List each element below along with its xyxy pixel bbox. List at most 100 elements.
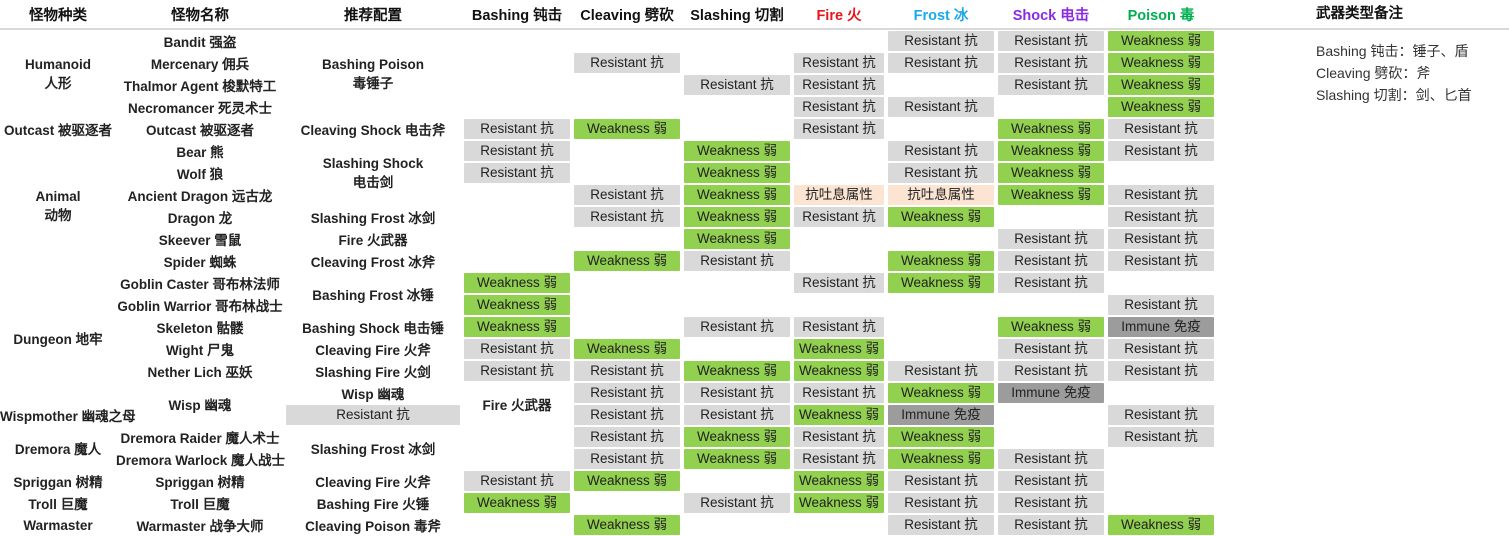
resist-value <box>574 229 680 249</box>
resist-value: Resistant 抗 <box>1108 339 1214 359</box>
monster-name-cell: Spriggan 树精 <box>155 475 245 490</box>
resist-cell-cleaving <box>572 492 682 514</box>
monster-resistance-table: 怪物种类 怪物名称 推荐配置 Bashing 钝击 Cleaving 劈砍 Slashin… <box>0 0 1292 536</box>
resist-value: Resistant 抗 <box>998 515 1104 535</box>
resist-cell-frost: Weakness 弱 <box>886 272 996 294</box>
resist-cell-shock: Resistant 抗 <box>996 272 1106 294</box>
resist-value <box>464 251 570 271</box>
resist-cell-poison <box>1106 470 1216 492</box>
resist-cell-bashing <box>462 96 572 118</box>
resist-cell-poison: Resistant 抗 <box>1106 426 1216 448</box>
resist-cell-bashing: Resistant 抗 <box>462 118 572 140</box>
resist-cell-poison: Resistant 抗 <box>1106 404 1216 426</box>
resist-value <box>464 185 570 205</box>
resist-cell-slashing <box>682 29 792 52</box>
resist-value: Resistant 抗 <box>464 361 570 381</box>
resist-cell-fire: Weakness 弱 <box>792 404 886 426</box>
resist-cell-slashing: Weakness 弱 <box>682 228 792 250</box>
resist-cell-slashing: Weakness 弱 <box>682 184 792 206</box>
resist-cell-frost <box>886 118 996 140</box>
monster-kind-cell: Dungeon 地牢 <box>13 332 103 347</box>
table-row: Troll 巨魔 Troll 巨魔 Bashing Fire 火锤 Weakness … <box>0 492 1216 514</box>
resist-value: Weakness 弱 <box>888 383 994 403</box>
resist-value <box>684 295 790 315</box>
resist-value <box>998 295 1104 315</box>
resist-value: Resistant 抗 <box>574 427 680 447</box>
resist-value <box>794 229 884 249</box>
resist-cell-bashing: Resistant 抗 <box>462 360 572 382</box>
resist-value: Resistant 抗 <box>464 119 570 139</box>
resist-value: Resistant 抗 <box>1108 361 1214 381</box>
resist-value: Resistant 抗 <box>464 339 570 359</box>
resist-cell-fire: Weakness 弱 <box>792 492 886 514</box>
resist-cell-cleaving <box>572 96 682 118</box>
resist-cell-poison: Immune 免疫 <box>1106 316 1216 338</box>
resist-value: Resistant 抗 <box>1108 185 1214 205</box>
table-row: Dremora Warlock 魔人战士 Resistant 抗 Weakness … <box>0 448 1216 470</box>
resist-cell-cleaving <box>572 316 682 338</box>
resist-cell-slashing: Resistant 抗 <box>682 492 792 514</box>
resist-value: 抗吐息属性 <box>794 185 884 205</box>
resist-cell-cleaving: Resistant 抗 <box>572 184 682 206</box>
resist-cell-slashing <box>682 52 792 74</box>
recommended-build-cell: Bashing Frost 冰锤 <box>312 288 434 303</box>
monster-name-cell: Warmaster 战争大师 <box>136 519 264 534</box>
resist-value: Weakness 弱 <box>684 185 790 205</box>
resist-cell-frost <box>886 338 996 360</box>
monster-name-cell: Bandit 强盗 <box>163 35 237 50</box>
resist-value <box>464 515 570 535</box>
resist-value: Weakness 弱 <box>794 339 884 359</box>
resist-value: Weakness 弱 <box>998 119 1104 139</box>
resist-value: Resistant 抗 <box>794 273 884 293</box>
resist-value: Resistant 抗 <box>574 383 680 403</box>
resist-cell-shock: Resistant 抗 <box>996 360 1106 382</box>
resist-cell-shock: Resistant 抗 <box>996 514 1106 536</box>
resist-cell-fire: Resistant 抗 <box>792 96 886 118</box>
resist-cell-poison <box>1106 162 1216 184</box>
column-header-bashing: Bashing 钝击 <box>462 0 572 29</box>
table-row: Warmaster Warmaster 战争大师 Cleaving Poison 毒… <box>0 514 1216 536</box>
resist-cell-slashing <box>682 118 792 140</box>
resist-value: Weakness 弱 <box>998 163 1104 183</box>
resist-value: Immune 免疫 <box>998 383 1104 403</box>
resist-cell-shock <box>996 206 1106 228</box>
resist-value: Resistant 抗 <box>998 361 1104 381</box>
monster-name-cell: Goblin Warrior 哥布林战士 <box>117 299 283 314</box>
resist-cell-cleaving: Weakness 弱 <box>572 118 682 140</box>
resist-value: Resistant 抗 <box>574 449 680 469</box>
resist-value: Resistant 抗 <box>1108 427 1214 447</box>
resist-value: Resistant 抗 <box>998 273 1104 293</box>
table-row: Spriggan 树精 Spriggan 树精 Cleaving Fire 火斧 Re… <box>0 470 1216 492</box>
resist-value: Resistant 抗 <box>794 207 884 227</box>
resist-cell-bashing <box>462 206 572 228</box>
resist-cell-fire <box>792 29 886 52</box>
resist-value <box>574 75 680 95</box>
resist-value <box>684 339 790 359</box>
resist-cell-fire: Resistant 抗 <box>792 52 886 74</box>
resist-cell-frost: Resistant 抗 <box>886 470 996 492</box>
resist-value: Resistant 抗 <box>888 53 994 73</box>
monster-name-cell: Skeever 雪鼠 <box>158 233 242 248</box>
resist-value: Weakness 弱 <box>684 163 790 183</box>
resist-cell-frost: Weakness 弱 <box>886 448 996 470</box>
resist-cell-cleaving: Resistant 抗 <box>682 382 792 404</box>
resist-value: Resistant 抗 <box>888 31 994 51</box>
resist-value: Resistant 抗 <box>998 53 1104 73</box>
resist-value: Weakness 弱 <box>574 339 680 359</box>
resist-value: Resistant 抗 <box>888 515 994 535</box>
resist-value: Weakness 弱 <box>998 317 1104 337</box>
resist-cell-fire <box>792 228 886 250</box>
resist-value: Resistant 抗 <box>574 207 680 227</box>
resist-cell-fire: Resistant 抗 <box>792 448 886 470</box>
resist-value: 抗吐息属性 <box>888 185 994 205</box>
column-header-poison: Poison 毒 <box>1106 0 1216 29</box>
resist-value: Weakness 弱 <box>888 251 994 271</box>
resist-value: Resistant 抗 <box>794 427 884 447</box>
monster-name-cell: Outcast 被驱逐者 <box>145 123 254 138</box>
resist-cell-cleaving: Resistant 抗 <box>572 404 682 426</box>
resist-cell-cleaving: Resistant 抗 <box>572 360 682 382</box>
resist-cell-frost: Resistant 抗 <box>886 162 996 184</box>
resist-cell-slashing: Weakness 弱 <box>682 426 792 448</box>
recommended-build-cell: Slashing Frost 冰剑 <box>310 211 436 226</box>
resist-cell-slashing: Weakness 弱 <box>682 140 792 162</box>
